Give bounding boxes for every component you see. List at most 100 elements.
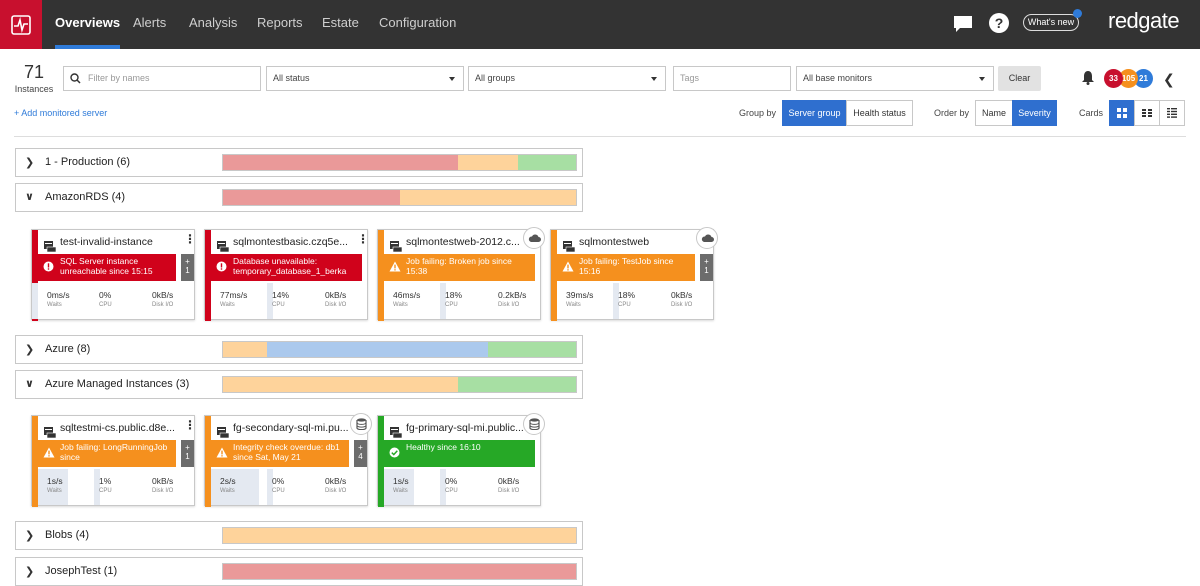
clear-filters-button[interactable]: Clear — [998, 66, 1041, 91]
status-text: Job failing: TestJob since 15:16 — [579, 256, 674, 276]
cpu-value: 0% — [99, 290, 112, 300]
more-options-icon[interactable]: ⋮ — [357, 233, 369, 245]
cpu-label: CPU — [445, 302, 458, 308]
instance-card[interactable]: sqlmontestbasic.czq5e... ⋮ Database unavai… — [204, 229, 369, 321]
more-options-icon[interactable]: ⋮ — [184, 419, 196, 431]
cards-label: Cards — [1079, 108, 1104, 118]
chevron-right-icon[interactable]: ❯ — [25, 529, 34, 542]
server-group-row[interactable]: ❯ Blobs (4) — [15, 521, 583, 550]
server-group-row[interactable]: ∨ Azure Managed Instances (3) — [15, 370, 583, 399]
chevron-right-icon[interactable]: ❯ — [25, 565, 34, 578]
waits-label: Waits — [393, 302, 408, 308]
chevron-down-icon[interactable]: ∨ — [25, 190, 34, 203]
view-large-cards-button[interactable] — [1109, 100, 1135, 126]
status-message[interactable]: Job failing: TestJob since 15:16 — [557, 254, 695, 281]
cpu-label: CPU — [445, 488, 458, 494]
status-message[interactable]: Healthy since 16:10 — [384, 440, 535, 467]
nav-reports[interactable]: Reports — [257, 0, 303, 49]
status-message[interactable]: Integrity check overdue: db1 since Sat, … — [211, 440, 349, 467]
server-group-row[interactable]: ∨ AmazonRDS (4) — [15, 183, 583, 212]
instance-card[interactable]: test-invalid-instance ⋮ SQL Server instanc… — [31, 229, 196, 321]
server-group-row[interactable]: ❯ Azure (8) — [15, 335, 583, 364]
cloud-instance-indicator — [696, 227, 718, 249]
chevron-down-icon — [979, 77, 985, 81]
chevron-right-icon[interactable]: ❯ — [25, 156, 34, 169]
disk-io-value: 0kB/s — [325, 290, 347, 300]
status-message[interactable]: Job failing: Broken job since 15:38 — [384, 254, 535, 281]
health-segment — [223, 155, 458, 170]
view-list-button[interactable] — [1159, 100, 1185, 126]
order-by-severity[interactable]: Severity — [1012, 100, 1057, 126]
tags-input[interactable]: Tags — [673, 66, 791, 91]
cpu-level-fill — [267, 469, 273, 505]
app-logo[interactable] — [0, 0, 42, 49]
add-monitored-server-link[interactable]: + Add monitored server — [14, 108, 107, 118]
bell-icon[interactable] — [1081, 70, 1095, 85]
whats-new-button[interactable]: What's new — [1023, 14, 1079, 31]
nav-analysis[interactable]: Analysis — [189, 0, 237, 49]
critical-count-badge[interactable]: 33 — [1104, 69, 1123, 88]
nav-configuration[interactable]: Configuration — [379, 0, 456, 49]
status-message[interactable]: Database unavailable: temporary_database… — [211, 254, 362, 281]
chevron-right-icon[interactable]: ❯ — [25, 343, 34, 356]
base-monitors-select[interactable]: All base monitors — [796, 66, 994, 91]
nav-estate[interactable]: Estate — [322, 0, 359, 49]
view-small-cards-button[interactable] — [1134, 100, 1160, 126]
cpu-level-fill — [94, 469, 100, 505]
server-icon — [217, 241, 230, 253]
waits-value: 1s/s — [47, 476, 63, 486]
status-select-value: All status — [273, 73, 310, 83]
groups-select[interactable]: All groups — [468, 66, 666, 91]
waits-label: Waits — [566, 302, 581, 308]
cpu-level-fill — [32, 283, 38, 319]
instance-card[interactable]: sqltestmi-cs.public.d8e... ⋮ Job failing: … — [31, 415, 196, 507]
cpu-value: 0% — [272, 476, 285, 486]
more-options-icon[interactable]: ⋮ — [184, 233, 196, 245]
grid-large-icon — [1117, 108, 1127, 118]
server-group-row[interactable]: ❯ 1 - Production (6) — [15, 148, 583, 177]
instance-card[interactable]: fg-primary-sql-mi.public... Healthy since… — [377, 415, 541, 507]
waits-level-fill — [384, 469, 414, 505]
disk-io-label: Disk I/O — [152, 488, 174, 494]
nav-alerts[interactable]: Alerts — [133, 0, 166, 49]
collapse-panel-icon[interactable]: ❮ — [1163, 71, 1175, 88]
more-alerts-count[interactable]: +4 — [354, 440, 367, 467]
status-select[interactable]: All status — [266, 66, 464, 91]
more-alerts-count[interactable]: +1 — [181, 254, 194, 281]
group-by-server-group[interactable]: Server group — [782, 100, 847, 126]
server-icon — [563, 241, 576, 253]
health-segment — [399, 190, 576, 205]
server-group-name: Blobs (4) — [45, 529, 90, 541]
warning-icon — [389, 261, 401, 272]
status-message[interactable]: SQL Server instance unreachable since 15… — [38, 254, 176, 281]
status-message[interactable]: Job failing: LongRunningJob since — [38, 440, 176, 467]
disk-io-label: Disk I/O — [498, 302, 520, 308]
group-by-health-status[interactable]: Health status — [846, 100, 913, 126]
instance-card[interactable]: fg-secondary-sql-mi.pu... Integrity check… — [204, 415, 368, 507]
instance-name: test-invalid-instance — [60, 236, 153, 248]
chat-icon[interactable] — [952, 13, 974, 35]
cloud-icon — [701, 234, 714, 242]
nav-overviews[interactable]: Overviews — [55, 0, 121, 49]
waits-value: 39ms/s — [566, 290, 594, 300]
health-distribution-bar — [222, 376, 577, 393]
error-icon — [216, 261, 227, 272]
order-by-name[interactable]: Name — [975, 100, 1013, 126]
cpu-value: 14% — [272, 290, 290, 300]
more-alerts-count[interactable]: +1 — [181, 440, 194, 467]
cpu-value: 18% — [618, 290, 636, 300]
disk-io-label: Disk I/O — [152, 302, 174, 308]
name-filter-input[interactable]: Filter by names — [63, 66, 261, 91]
health-distribution-bar — [222, 527, 577, 544]
more-alerts-count[interactable]: +1 — [700, 254, 713, 281]
server-group-row[interactable]: ❯ JosephTest (1) — [15, 557, 583, 586]
cpu-label: CPU — [99, 302, 112, 308]
instance-card[interactable]: sqlmontestweb Job failing: TestJob since … — [550, 229, 714, 321]
chevron-down-icon[interactable]: ∨ — [25, 377, 34, 390]
server-icon — [390, 427, 403, 439]
divider — [14, 136, 1186, 137]
grid-small-icon — [1142, 109, 1152, 117]
instance-card[interactable]: sqlmontestweb-2012.c... Job failing: Brok… — [377, 229, 541, 321]
disk-io-label: Disk I/O — [671, 302, 693, 308]
help-icon[interactable]: ? — [988, 12, 1010, 34]
